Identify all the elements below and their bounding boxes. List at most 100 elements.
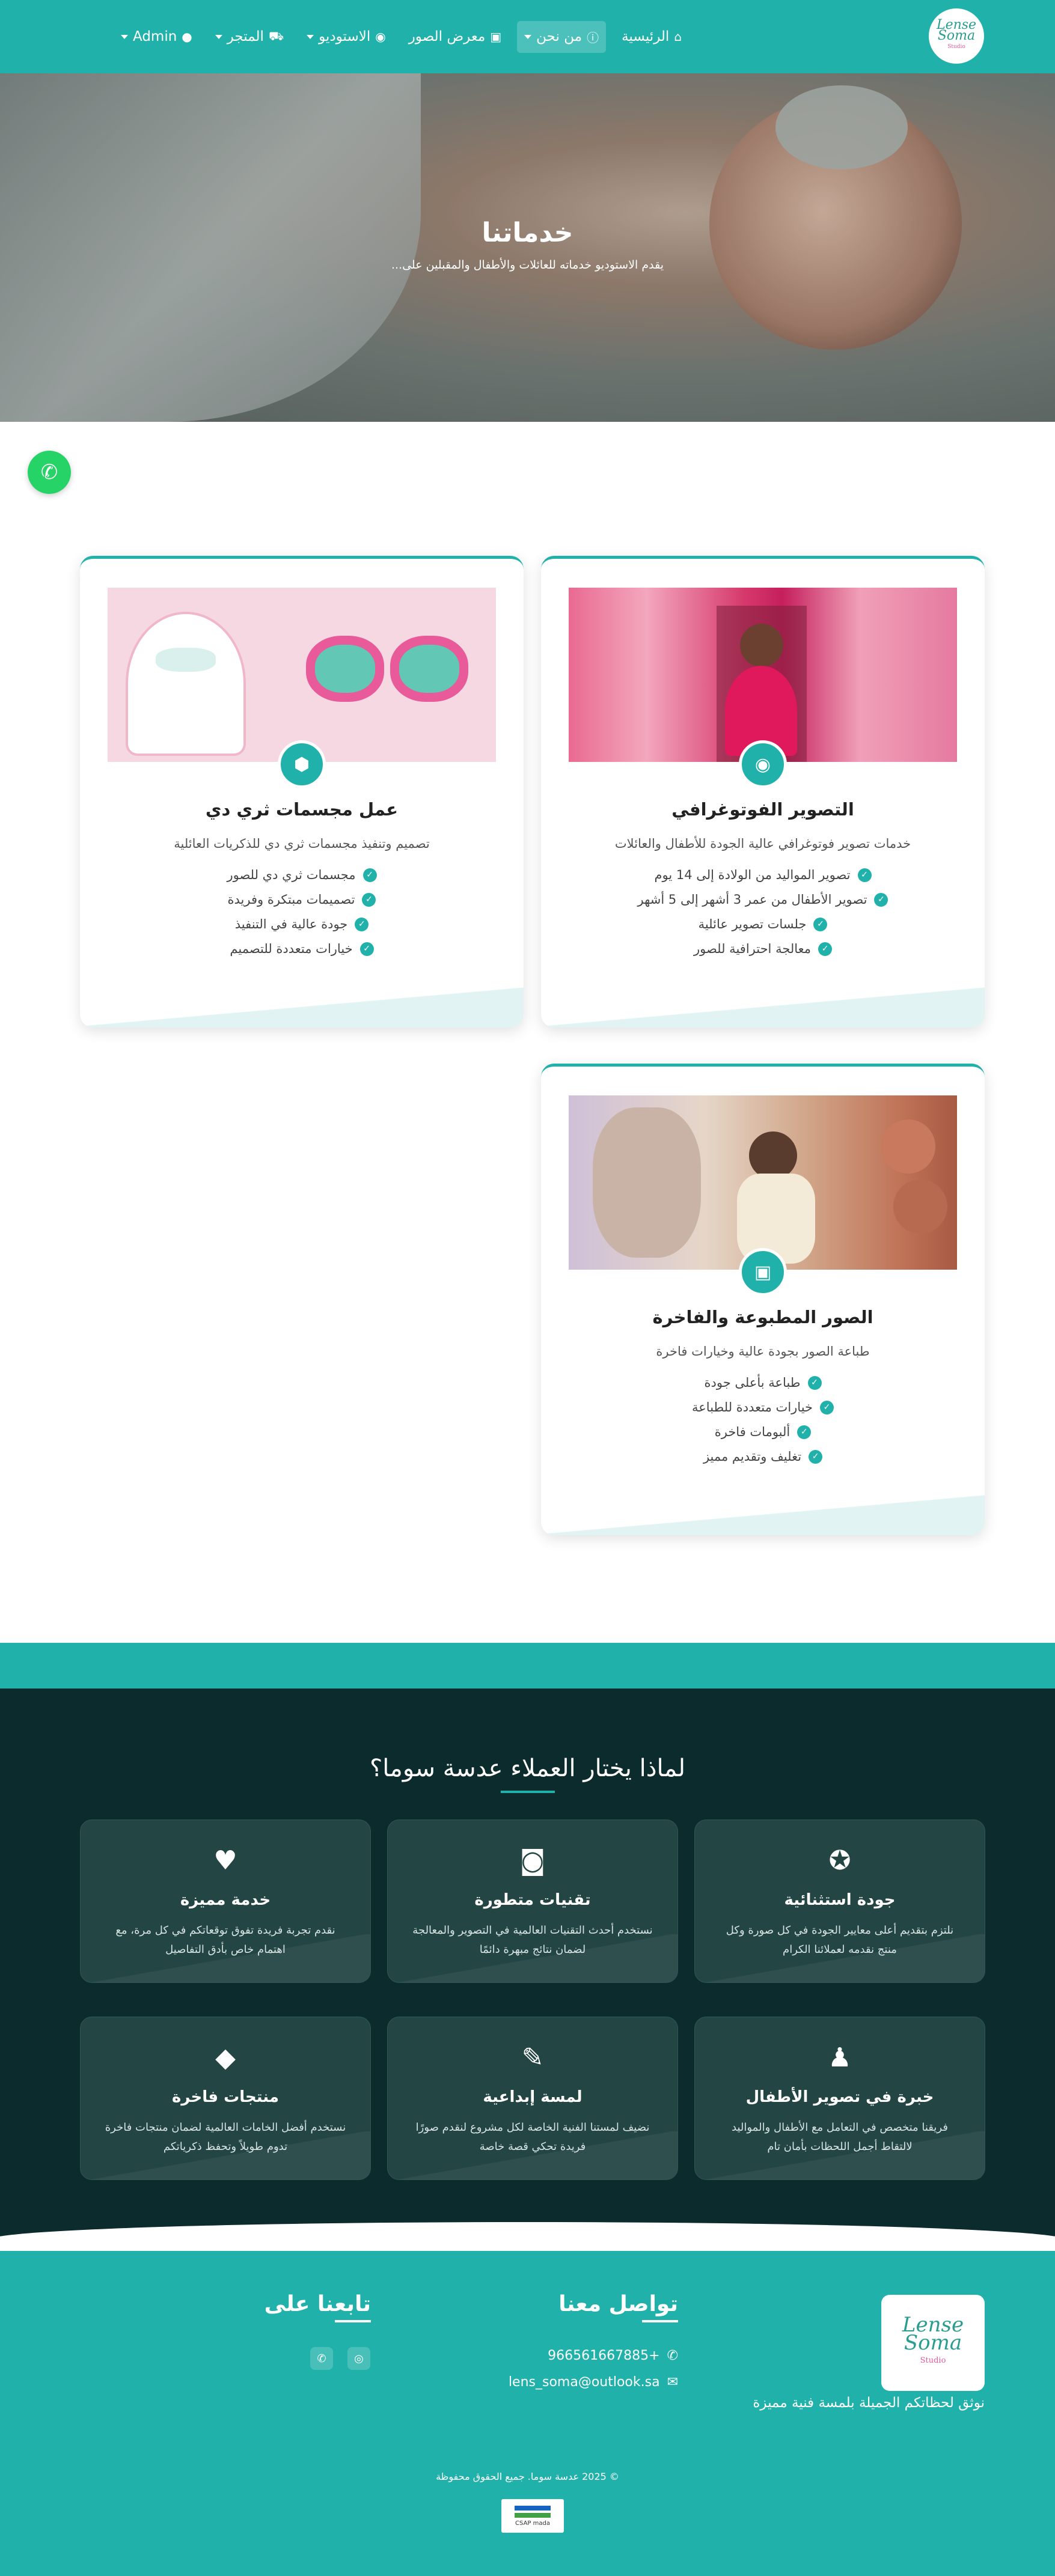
card-wave [81,1934,370,1982]
feature-title: خبرة في تصوير الأطفال [745,2088,934,2106]
nav-item-label: من نحن [536,29,583,44]
service-features: ✓ تصوير المواليد من الولادة إلى 14 يوم ✓ ت… [541,868,985,956]
chevron-down-icon [120,34,128,39]
instagram-icon[interactable]: ◎ [347,2347,370,2370]
feature-item: ✓ مجسمات ثري دي للصور [227,868,377,882]
feature-card: ◆ منتجات فاخرة نستخدم أفضل الخامات العال… [80,2017,371,2180]
chevron-down-icon [307,34,314,39]
nav-item[interactable]: ● Admin [114,21,200,53]
feature-title: منتجات فاخرة [171,2088,280,2106]
feature-title: تقنيات متطورة [474,1891,591,1909]
why-choose-us-section: لماذا يختار العملاء عدسة سوما؟ ✪ جودة اس… [0,1688,1055,2258]
feature-card: ✎ لمسة إبداعية نضيف لمستنا الفنية الخاصة… [387,2017,678,2180]
nav-item-label: الاستوديو [319,29,371,44]
card-wave [388,2131,677,2179]
feature-item: ✓ جودة عالية في التنفيذ [235,917,369,931]
feature-title: لمسة إبداعية [483,2088,583,2106]
nav-item[interactable]: ▣ معرض الصور [402,21,509,53]
whatsapp-icon: ✆ [40,460,58,484]
feature-title: جودة استثنائية [784,1891,896,1909]
nav-item[interactable]: ⌂ الرئيسية [614,21,689,53]
feature-item: ✓ خيارات متعددة للطباعة [692,1400,834,1414]
envelope-icon: ✉ [667,2375,678,2390]
nav-item[interactable]: ◉ الاستوديو [299,21,393,53]
section-divider-band [0,1643,1055,1688]
email-link[interactable]: lens_soma@outlook.sa ✉ [509,2375,678,2390]
site-logo[interactable]: Lense Soma Studio [929,8,984,64]
feature-item: ✓ جلسات تصوير عائلية [699,917,828,931]
follow-heading: تابعنا على [264,2292,372,2322]
cube-icon: ⬢ [293,754,310,775]
feature-card: ◙ تقنيات متطورة نستخدم أحدث التقنيات الع… [387,1819,678,1983]
paintbrush-icon: ✎ [521,2042,544,2073]
whatsapp-float-button[interactable]: ✆ [28,451,71,494]
service-features: ✓ طباعة بأعلى جودة ✓ خيارات متعددة للطباعة… [541,1375,985,1464]
check-icon: ✓ [362,868,377,882]
feature-title: خدمة مميزة [180,1891,271,1909]
site-footer: Lense Soma Studio نوثق لحظاتكم الجميلة ب… [0,2251,1055,2576]
check-icon: ✓ [818,942,833,956]
contact-heading: تواصل معنا [558,2292,678,2322]
phone-icon: ✆ [667,2348,678,2363]
gem-icon: ◆ [215,2042,236,2073]
chevron-down-icon [215,34,222,39]
card-wave [541,985,985,1028]
nav-item-label: الرئيسية [622,29,670,44]
feature-card: ♥ خدمة مميزة نقدم تجربة فريدة تفوق توقعا… [80,1819,371,1983]
images-icon: ▣ [490,29,502,44]
service-features: ✓ مجسمات ثري دي للصور ✓ تصميمات مبتكرة وفر… [80,868,524,956]
check-icon: ✓ [359,942,374,956]
service-title: التصوير الفوتوغرافي [671,799,854,820]
service-description: تصميم وتنفيذ مجسمات ثري دي للذكريات العا… [174,836,430,851]
camera-icon: ◉ [754,754,771,775]
service-image-photography [569,588,957,762]
nav-item[interactable]: ⛟ المتجر [208,21,291,53]
title-underline [500,1791,555,1793]
feature-item: ✓ خيارات متعددة للتصميم [230,942,374,956]
logo-subtext: Studio [947,44,965,50]
heart-icon: ♥ [213,1845,237,1876]
service-card: ◉ التصوير الفوتوغرافي خدمات تصوير فوتوغر… [541,556,985,1028]
hero-banner: خدماتنا يقدم الاستوديو خدماته للعائلات و… [0,73,1055,422]
camera-retro-icon: ◙ [519,1845,546,1876]
service-image-3d [108,588,496,762]
feature-item: ✓ تصوير الأطفال من عمر 3 أشهر إلى 5 أشهر [638,892,888,907]
card-wave [695,2131,985,2179]
feature-card: ✪ جودة استثنائية نلتزم بتقديم أعلى معايي… [694,1819,985,1983]
check-icon: ✓ [355,917,369,931]
feature-item: ✓ معالجة احترافية للصور [694,942,833,956]
card-wave [695,1934,985,1982]
card-wave [80,985,524,1028]
service-card: ⬢ عمل مجسمات ثري دي تصميم وتنفيذ مجسمات … [80,556,524,1028]
check-icon: ✓ [362,892,376,907]
service-title: عمل مجسمات ثري دي [205,799,399,820]
top-navbar: Lense Soma Studio ⌂ الرئيسية ⓘ من نحن ▣ معرض … [0,0,1055,73]
hero-subtitle: يقدم الاستوديو خدماته للعائلات والأطفال … [391,258,664,272]
cart-icon: ⛟ [268,28,284,43]
photo-icon: ▣ [754,1261,772,1283]
card-wave [388,1934,677,1982]
home-icon: ⌂ [674,29,682,44]
service-badge: ⬢ [278,740,326,788]
logo-text-2: Soma [937,28,976,43]
award-icon: ✪ [828,1845,851,1876]
service-badge: ◉ [739,740,787,788]
feature-item: ✓ طباعة بأعلى جودة [705,1375,822,1390]
card-wave [81,2131,370,2179]
service-card: ▣ الصور المطبوعة والفاخرة طباعة الصور بج… [541,1064,985,1535]
info-icon: ⓘ [587,30,599,45]
footer-logo[interactable]: Lense Soma Studio [881,2295,985,2391]
nav-item[interactable]: ⓘ من نحن [517,20,607,53]
whatsapp-icon[interactable]: ✆ [310,2347,333,2370]
service-description: طباعة الصور بجودة عالية وخيارات فاخرة [656,1344,870,1359]
check-icon: ✓ [820,1400,834,1414]
check-icon: ✓ [797,1425,812,1439]
feature-item: ✓ تصميمات مبتكرة وفريدة [228,892,376,907]
hero-title: خدماتنا [482,218,573,248]
service-description: خدمات تصوير فوتوغرافي عالية الجودة للأطف… [614,836,911,851]
phone-link[interactable]: 966561667885+ ✆ [548,2348,678,2363]
check-icon: ✓ [813,917,828,931]
chevron-down-icon [524,34,532,39]
user-icon: ● [182,29,192,44]
check-icon: ✓ [874,892,888,907]
